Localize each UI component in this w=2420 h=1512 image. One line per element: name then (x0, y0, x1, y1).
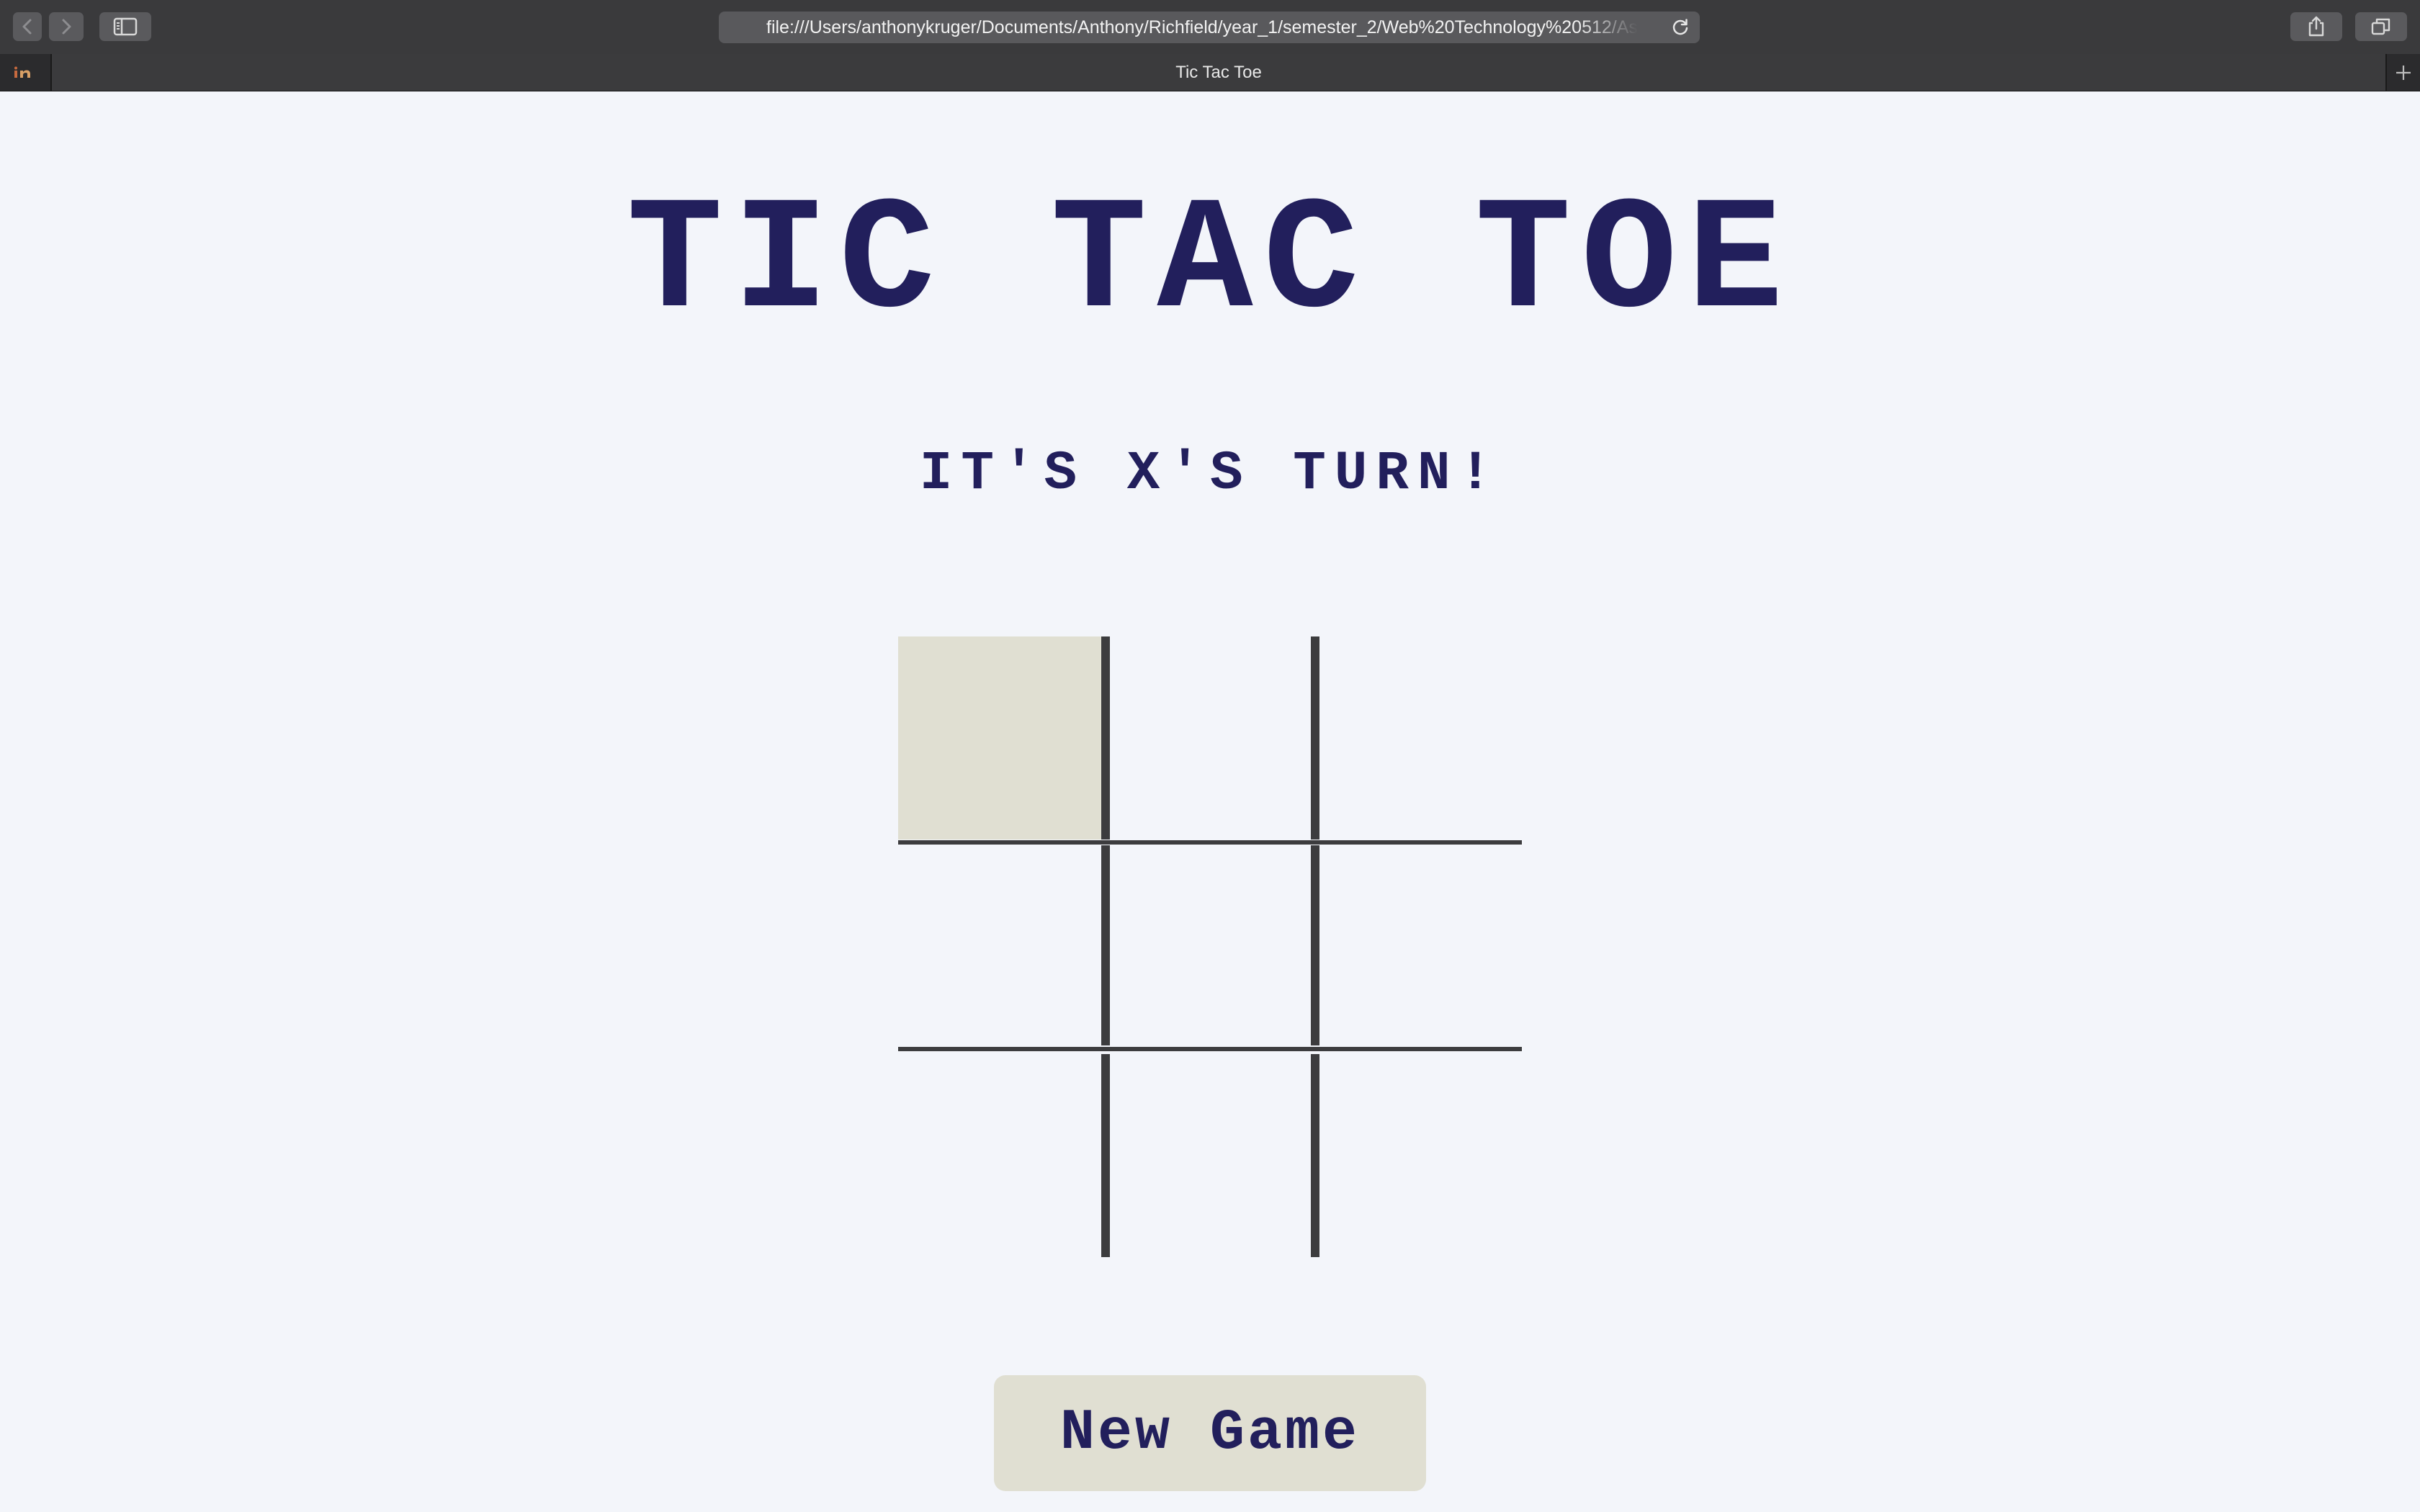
browser-toolbar: file:///Users/anthonykruger/Documents/An… (0, 0, 2420, 55)
reload-icon[interactable] (1671, 18, 1690, 37)
board-cell-1[interactable] (898, 636, 1101, 840)
invision-favicon-icon (14, 66, 30, 78)
board-cell-6[interactable] (1319, 844, 1522, 1047)
sidebar-icon (113, 17, 138, 36)
grid-line (898, 1047, 1522, 1051)
address-bar[interactable]: file:///Users/anthonykruger/Documents/An… (719, 12, 1700, 43)
grid-line (898, 840, 1522, 845)
back-button[interactable] (13, 12, 42, 41)
turn-status: IT'S X'S TURN! (919, 443, 1501, 505)
grid-line (1101, 1054, 1110, 1257)
board-cell-2[interactable] (1110, 636, 1311, 840)
grid-line (1311, 845, 1319, 1045)
grid-line (1311, 636, 1319, 840)
tab-tic-tac-toe[interactable]: Tic Tac Toe (52, 54, 2387, 91)
tab-bar: Tic Tac Toe (0, 54, 2420, 91)
tabs-overview-icon (2371, 18, 2390, 35)
forward-button[interactable] (49, 12, 84, 41)
new-tab-icon (2396, 65, 2411, 80)
grid-line (1311, 1054, 1319, 1257)
sidebar-toggle-button[interactable] (99, 12, 151, 41)
board-cell-5[interactable] (1110, 844, 1311, 1047)
tabs-overview-button[interactable] (2355, 12, 2407, 41)
back-icon (22, 19, 32, 35)
grid-line (1101, 636, 1110, 840)
forward-icon (62, 19, 71, 35)
grid-line (1101, 845, 1110, 1045)
board-cell-9[interactable] (1319, 1051, 1522, 1257)
page-content: TIC TAC TOE IT'S X'S TURN! New Game (0, 91, 2420, 1512)
board-cell-4[interactable] (898, 844, 1101, 1047)
tab-title: Tic Tac Toe (1175, 62, 1262, 82)
new-game-button[interactable]: New Game (994, 1375, 1426, 1491)
share-icon (2308, 16, 2324, 37)
board-cell-7[interactable] (898, 1051, 1101, 1257)
share-button[interactable] (2290, 12, 2342, 41)
url-text: file:///Users/anthonykruger/Documents/An… (766, 17, 1638, 37)
pinned-tab[interactable] (0, 54, 52, 91)
board-cell-8[interactable] (1110, 1051, 1311, 1257)
game-board (898, 636, 1522, 1257)
game-title: TIC TAC TOE (627, 172, 1793, 354)
new-tab-button[interactable] (2387, 54, 2420, 91)
board-cell-3[interactable] (1319, 636, 1522, 840)
